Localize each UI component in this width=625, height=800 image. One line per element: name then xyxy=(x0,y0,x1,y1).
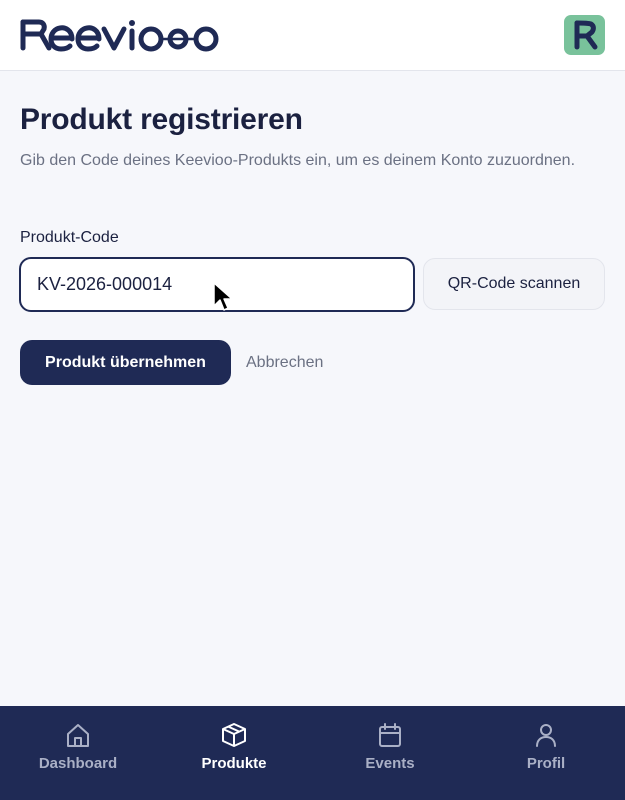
user-icon xyxy=(536,724,556,747)
keevioo-k-icon[interactable] xyxy=(564,15,605,55)
nav-label-produkte: Produkte xyxy=(201,755,267,772)
mouse-cursor-icon xyxy=(213,282,233,311)
nav-item-dashboard[interactable]: Dashboard xyxy=(0,706,156,800)
submit-product-button[interactable]: Produkt übernehmen xyxy=(20,340,231,385)
qr-scan-button[interactable]: QR-Code scannen xyxy=(423,258,605,310)
nav-item-profil[interactable]: Profil xyxy=(468,706,624,800)
bottom-navigation: Dashboard Produkte Events Profil xyxy=(0,706,625,800)
calendar-icon xyxy=(379,723,401,747)
page-description: Gib den Code deines Keevioo-Produkts ein… xyxy=(20,152,576,169)
nav-item-produkte[interactable]: Produkte xyxy=(156,706,312,800)
nav-item-events[interactable]: Events xyxy=(312,706,468,800)
nav-label-dashboard: Dashboard xyxy=(38,755,118,772)
code-field-label: Produkt-Code xyxy=(20,229,119,246)
home-icon xyxy=(67,724,89,747)
top-bar xyxy=(0,0,625,71)
cancel-button[interactable]: Abbrechen xyxy=(246,340,323,385)
nav-label-events: Events xyxy=(365,755,415,772)
page-title: Produkt registrieren xyxy=(20,103,303,136)
keevioo-logo[interactable] xyxy=(19,17,221,53)
nav-label-profil: Profil xyxy=(526,755,566,772)
box-icon xyxy=(222,723,246,747)
